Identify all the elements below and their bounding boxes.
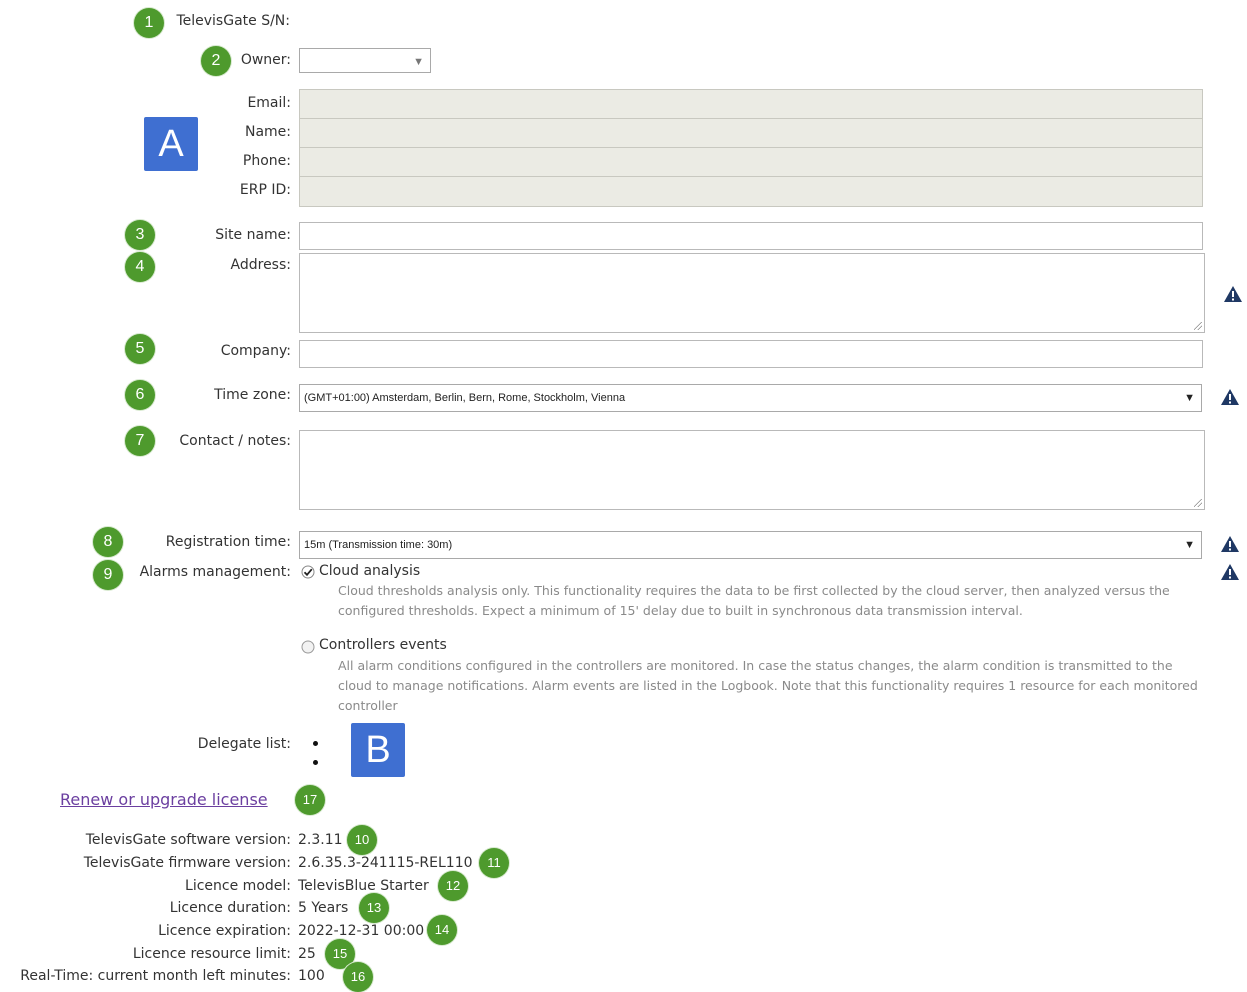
annotation-letter-a: A <box>144 117 198 171</box>
contact-notes-label: Contact / notes: <box>179 433 291 449</box>
cloud-analysis-label[interactable]: Cloud analysis <box>319 563 420 579</box>
serial-label: TelevisGate S/N: <box>176 13 290 29</box>
annotation-badge: 5 <box>125 334 155 364</box>
chevron-down-icon: ▼ <box>413 56 424 68</box>
licence-expiration-label: Licence expiration: <box>158 923 291 939</box>
licence-duration-label: Licence duration: <box>169 900 291 916</box>
cloud-analysis-description: Cloud thresholds analysis only. This fun… <box>338 583 1170 618</box>
time-zone-select[interactable]: (GMT+01:00) Amsterdam, Berlin, Bern, Rom… <box>299 384 1202 412</box>
annotation-badge: 12 <box>438 871 468 901</box>
resize-handle-icon[interactable] <box>1194 499 1202 507</box>
list-bullet <box>313 741 318 746</box>
phone-field <box>299 147 1203 177</box>
licence-model-value: TelevisBlue Starter <box>298 878 429 894</box>
time-zone-select-value: (GMT+01:00) Amsterdam, Berlin, Bern, Rom… <box>304 392 626 404</box>
renew-license-link[interactable]: Renew or upgrade license <box>60 790 268 809</box>
delegate-list-label: Delegate list: <box>197 736 291 752</box>
licence-model-label: Licence model: <box>185 878 291 894</box>
annotation-badge: 6 <box>125 380 155 410</box>
annotation-badge: 8 <box>93 527 123 557</box>
resize-handle-icon[interactable] <box>1194 322 1202 330</box>
annotation-badge: 14 <box>427 915 457 945</box>
warning-icon[interactable] <box>1220 535 1240 553</box>
realtime-minutes-value: 100 <box>298 968 325 984</box>
realtime-minutes-label: Real-Time: current month left minutes: <box>20 968 291 984</box>
list-bullet <box>313 760 318 765</box>
annotation-badge: 9 <box>93 560 123 590</box>
annotation-badge: 16 <box>343 962 373 992</box>
name-field <box>299 118 1203 148</box>
site-name-input[interactable] <box>299 222 1203 250</box>
annotation-badge: 11 <box>479 848 509 878</box>
erp-id-label: ERP ID: <box>239 182 291 198</box>
controllers-events-label[interactable]: Controllers events <box>319 637 447 653</box>
registration-time-label: Registration time: <box>165 534 291 550</box>
annotation-letter-b: B <box>351 723 405 777</box>
owner-label: Owner: <box>240 52 291 68</box>
name-label: Name: <box>244 124 291 140</box>
licence-resource-limit-value: 25 <box>298 946 316 962</box>
annotation-badge: 10 <box>347 825 377 855</box>
firmware-version-value: 2.6.35.3-241115-REL110 <box>298 855 473 871</box>
annotation-badge: 3 <box>125 220 155 250</box>
company-label: Company: <box>220 343 291 359</box>
annotation-badge: 2 <box>201 46 231 76</box>
warning-icon[interactable] <box>1220 388 1240 406</box>
firmware-version-label: TelevisGate firmware version: <box>83 855 291 871</box>
registration-time-select-value: 15m (Transmission time: 30m) <box>304 539 453 551</box>
warning-icon[interactable] <box>1220 563 1240 581</box>
annotation-badge: 1 <box>134 8 164 38</box>
cloud-analysis-radio[interactable] <box>301 565 315 579</box>
address-label: Address: <box>230 257 291 273</box>
licence-duration-value: 5 Years <box>298 900 349 916</box>
controllers-events-radio[interactable] <box>301 640 315 654</box>
controllers-events-description: All alarm conditions configured in the c… <box>338 658 1198 713</box>
site-name-label: Site name: <box>215 227 291 243</box>
licence-expiration-value: 2022-12-31 00:00 <box>298 923 425 939</box>
contact-notes-textarea[interactable] <box>299 430 1205 510</box>
annotation-badge: 13 <box>359 893 389 923</box>
email-label: Email: <box>247 95 291 111</box>
annotation-badge: 4 <box>125 252 155 282</box>
chevron-down-icon: ▼ <box>1184 539 1195 551</box>
licence-resource-limit-label: Licence resource limit: <box>132 946 291 962</box>
address-textarea[interactable] <box>299 253 1205 333</box>
company-input[interactable] <box>299 340 1203 368</box>
chevron-down-icon: ▼ <box>1184 392 1195 404</box>
warning-icon[interactable] <box>1223 285 1243 303</box>
time-zone-label: Time zone: <box>214 387 291 403</box>
software-version-value: 2.3.11 <box>298 832 343 848</box>
registration-time-select[interactable]: 15m (Transmission time: 30m) ▼ <box>299 531 1202 559</box>
email-field <box>299 89 1203 119</box>
alarms-management-label: Alarms management: <box>139 564 291 580</box>
annotation-badge: 7 <box>125 426 155 456</box>
phone-label: Phone: <box>242 153 291 169</box>
owner-select[interactable]: ▼ <box>299 48 431 73</box>
erp-id-field <box>299 176 1203 207</box>
software-version-label: TelevisGate software version: <box>85 832 291 848</box>
annotation-badge: 17 <box>295 785 325 815</box>
